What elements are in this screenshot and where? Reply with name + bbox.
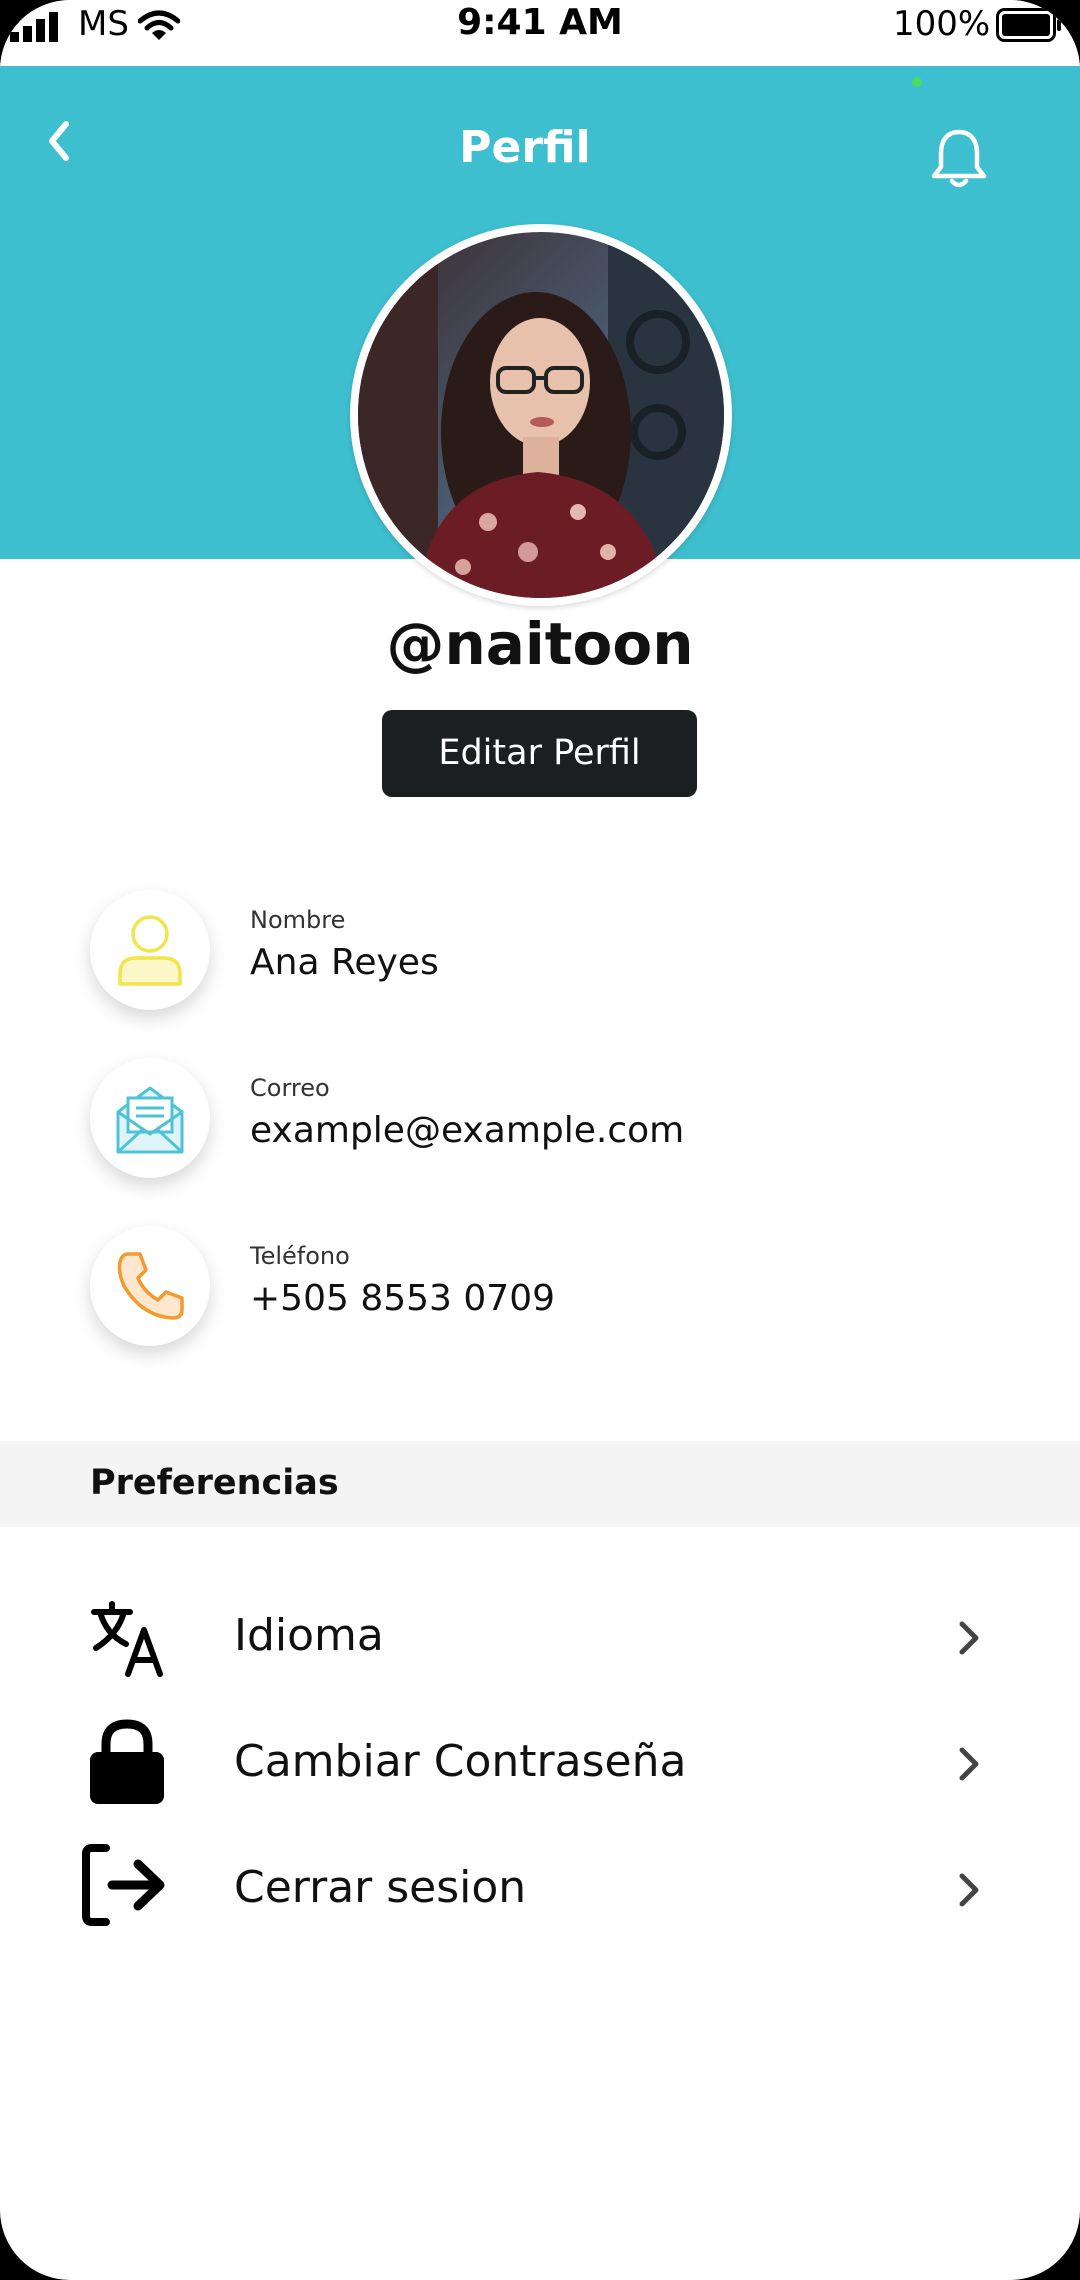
menu-item-language[interactable]: Idioma [0, 1580, 1080, 1690]
info-label: Teléfono [250, 1242, 350, 1270]
profile-screen: MS 9:41 AM 100% Perfil @naitoon Editar P… [0, 0, 1080, 2280]
chevron-right-icon [959, 1621, 979, 1655]
menu-item-logout[interactable]: Cerrar sesion [0, 1832, 1080, 1942]
menu-item-change-password[interactable]: Cambiar Contraseña [0, 1706, 1080, 1816]
info-value: example@example.com [250, 1110, 685, 1151]
info-row-name: Nombre Ana Reyes [0, 890, 1080, 1020]
menu-label: Idioma [234, 1610, 384, 1661]
logout-icon [82, 1844, 165, 1926]
status-bar: MS 9:41 AM 100% [0, 0, 1080, 66]
preferences-title: Preferencias [90, 1463, 339, 1503]
preferences-header: Preferencias [0, 1441, 1080, 1527]
user-icon [118, 915, 182, 986]
username: @naitoon [386, 610, 694, 678]
info-value: +505 8553 0709 [250, 1278, 555, 1319]
phone-icon-badge [90, 1226, 210, 1346]
info-label: Nombre [250, 906, 346, 934]
phone-icon [117, 1252, 184, 1320]
mail-icon-badge [90, 1058, 210, 1178]
avatar [350, 224, 732, 606]
user-icon-badge [90, 890, 210, 1010]
mail-icon [116, 1086, 184, 1154]
lock-icon [90, 1719, 164, 1804]
menu-label: Cerrar sesion [234, 1862, 527, 1913]
info-row-email: Correo example@example.com [0, 1058, 1080, 1188]
notification-dot [912, 77, 922, 87]
translate-icon [91, 1601, 163, 1677]
bell-icon[interactable] [930, 126, 988, 192]
chevron-right-icon [959, 1873, 979, 1907]
info-value: Ana Reyes [250, 942, 439, 983]
info-label: Correo [250, 1074, 330, 1102]
avatar-photo [358, 232, 724, 598]
info-row-phone: Teléfono +505 8553 0709 [0, 1226, 1080, 1356]
battery-icon [996, 8, 1061, 42]
battery-percentage: 100% [893, 4, 991, 44]
chevron-right-icon [959, 1747, 979, 1781]
page-title: Perfil [459, 122, 591, 173]
edit-profile-button[interactable]: Editar Perfil [382, 710, 697, 797]
menu-label: Cambiar Contraseña [234, 1736, 687, 1787]
